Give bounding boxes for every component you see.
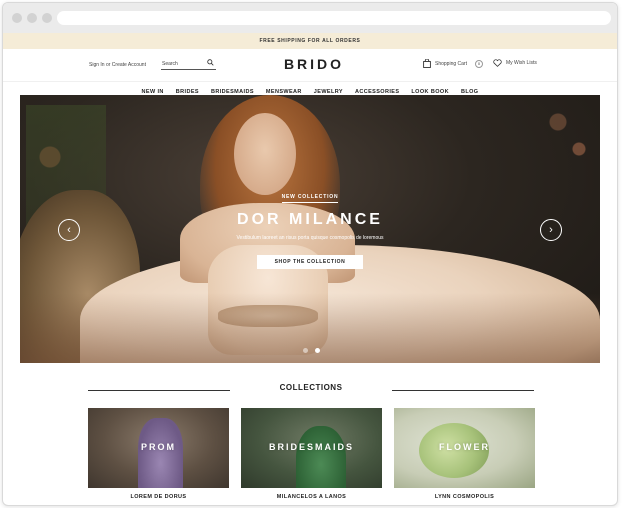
hero-title: DOR MILANCE — [237, 211, 383, 228]
nav-item-bridesmaids[interactable]: BRIDESMAIDS — [211, 89, 254, 95]
collection-caption[interactable]: LOREM DE DORUS — [88, 494, 229, 500]
cart-label: Shopping Cart — [435, 60, 467, 67]
address-bar[interactable] — [57, 11, 611, 25]
wishlist-link[interactable]: My Wish Lists — [493, 59, 537, 67]
collection-card-bridesmaids[interactable]: BRIDESMAIDS — [241, 408, 382, 488]
window-dot-close[interactable] — [12, 13, 22, 23]
window-dot-minimize[interactable] — [27, 13, 37, 23]
shopping-cart-link[interactable]: Shopping Cart 0 — [423, 59, 483, 68]
collection-label: PROM — [141, 442, 176, 452]
nav-item-menswear[interactable]: MENSWEAR — [266, 89, 302, 95]
wishlist-label: My Wish Lists — [506, 60, 537, 66]
hero-eyebrow: NEW COLLECTION — [281, 194, 339, 203]
site-header: Sign In or Create Account Search BRIDO S… — [3, 49, 617, 81]
slider-dot-1[interactable] — [303, 348, 308, 353]
nav-item-blog[interactable]: BLOG — [461, 89, 479, 95]
collection-caption[interactable]: LYNN COSMOPOLIS — [394, 494, 535, 500]
collection-card-prom[interactable]: PROM — [88, 408, 229, 488]
heart-icon — [493, 59, 502, 67]
collection-caption[interactable]: MILANCELOS A LANOS — [241, 494, 382, 500]
collection-label: BRIDESMAIDS — [268, 442, 354, 452]
window-dot-maximize[interactable] — [42, 13, 52, 23]
hero-image-face — [234, 113, 296, 195]
hero-slider: NEW COLLECTION DOR MILANCE Vestibulum la… — [20, 95, 600, 363]
nav-item-new-in[interactable]: NEW IN — [142, 89, 164, 95]
slider-next-button[interactable]: › — [540, 219, 562, 241]
collection-image-bridesmaids — [296, 426, 346, 488]
hero-image-right-flowers — [530, 95, 600, 185]
collections-rule-right — [392, 390, 534, 391]
slider-pagination — [303, 348, 320, 353]
nav-item-brides[interactable]: BRIDES — [176, 89, 199, 95]
slider-dot-2[interactable] — [315, 348, 320, 353]
nav-item-look-book[interactable]: LOOK BOOK — [411, 89, 449, 95]
chevron-left-icon: ‹ — [67, 224, 71, 236]
shop-collection-button[interactable]: SHOP THE COLLECTION — [256, 255, 364, 269]
browser-chrome — [3, 3, 617, 33]
chevron-right-icon: › — [549, 224, 553, 236]
bag-icon — [423, 59, 431, 68]
nav-item-jewelry[interactable]: JEWELRY — [314, 89, 343, 95]
cart-count-badge: 0 — [474, 59, 483, 68]
promo-bar: FREE SHIPPING FOR ALL ORDERS — [3, 33, 617, 49]
slider-prev-button[interactable]: ‹ — [58, 219, 80, 241]
collection-image-prom — [138, 418, 183, 488]
nav-item-accessories[interactable]: ACCESSORIES — [355, 89, 399, 95]
collection-card-flower[interactable]: FLOWER — [394, 408, 535, 488]
collection-label: FLOWER — [439, 442, 490, 452]
promo-text: FREE SHIPPING FOR ALL ORDERS — [259, 38, 361, 44]
hero-caption: NEW COLLECTION DOR MILANCE Vestibulum la… — [20, 185, 600, 269]
